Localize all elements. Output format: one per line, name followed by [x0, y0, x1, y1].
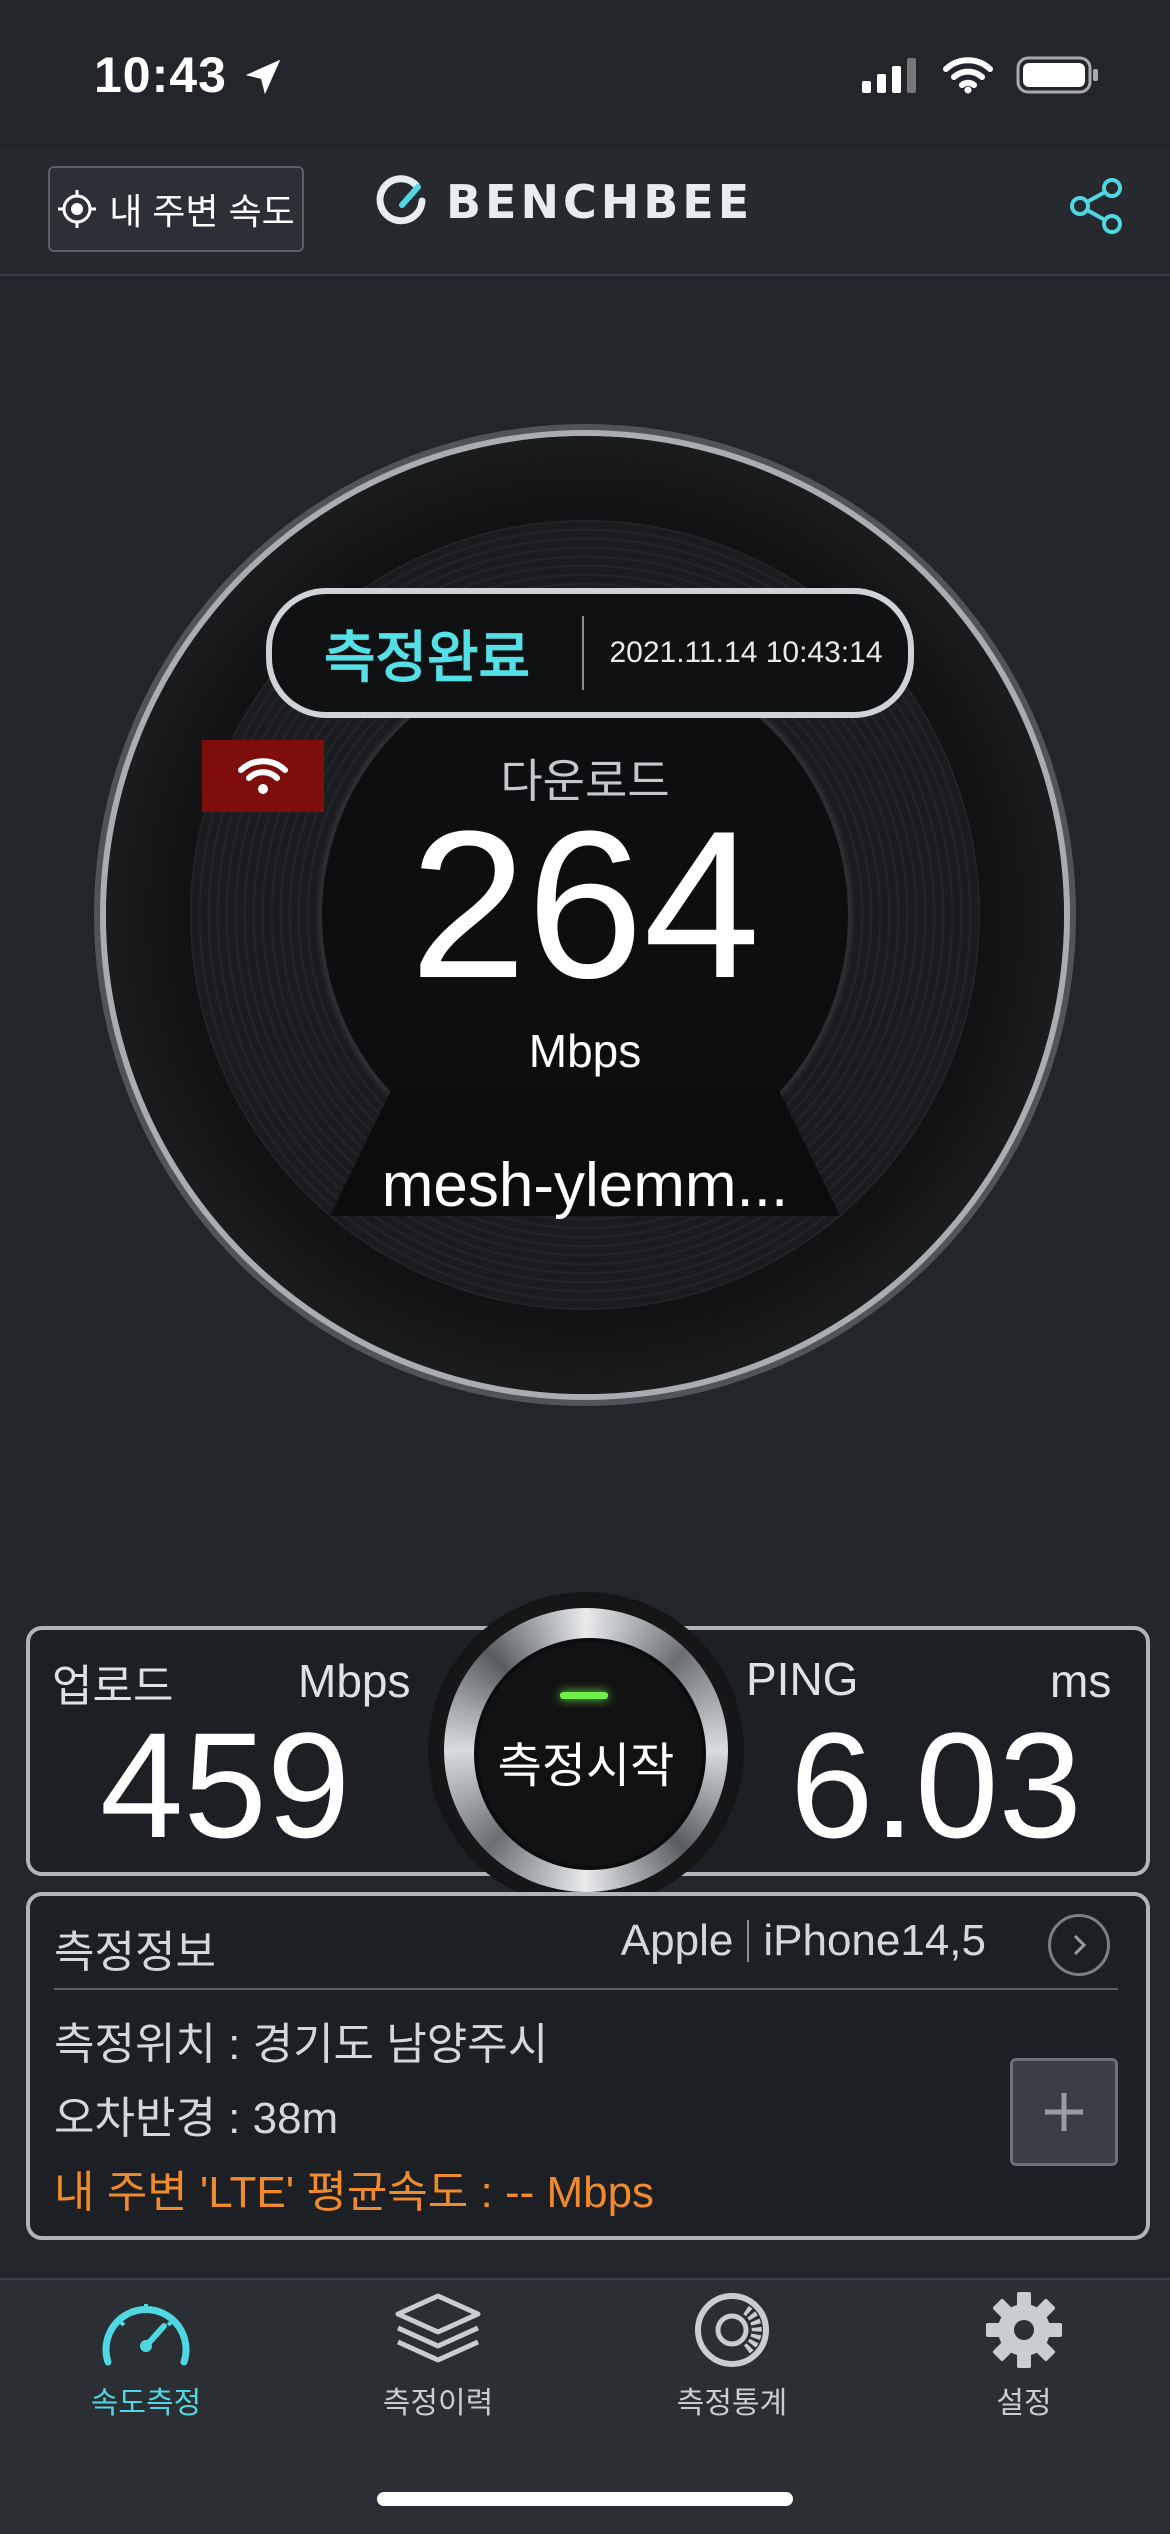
layers-icon: [395, 2293, 481, 2363]
location-arrow-icon: [245, 59, 281, 95]
device-info: Apple iPhone14,5: [621, 1916, 1066, 1966]
location-line: 측정위치 : 경기도 남양주시: [54, 2020, 549, 2069]
tab-settings[interactable]: 설정: [904, 2290, 1144, 2422]
measurement-status-pill: 측정완료 2021.11.14 10:43:14: [266, 588, 914, 718]
ping-value: 6.03: [790, 1701, 1082, 1869]
plus-icon: [1045, 2093, 1083, 2131]
share-icon[interactable]: [1066, 176, 1126, 236]
upload-unit: Mbps: [298, 1655, 411, 1707]
device-detail-button[interactable]: [1048, 1914, 1110, 1976]
expand-button[interactable]: [1010, 2058, 1118, 2166]
device-separator: [747, 1920, 750, 1962]
target-location-icon: [58, 190, 97, 228]
start-measurement-label[interactable]: 측정시작: [474, 1726, 698, 1796]
statistics-icon: [695, 2293, 769, 2367]
tab-statistics[interactable]: 측정통계: [612, 2290, 852, 2422]
tab-history[interactable]: 측정이력: [318, 2290, 558, 2422]
upload-value: 459: [100, 1701, 351, 1869]
status-time: 10:43: [94, 47, 227, 103]
tab-label: 측정이력: [382, 2387, 494, 2420]
status-led: [560, 1692, 608, 1699]
info-divider: [54, 1988, 1118, 1990]
network-name: mesh-ylemm...: [381, 1151, 789, 1220]
device-brand: Apple: [620, 1916, 734, 1965]
gear-icon: [986, 2292, 1062, 2368]
ping-label: PING: [746, 1653, 859, 1705]
device-model: iPhone14,5: [763, 1916, 986, 1965]
home-indicator[interactable]: [377, 2492, 793, 2506]
nearby-speed-button[interactable]: 내 주변 속도: [48, 166, 304, 252]
nearby-average-line[interactable]: 내 주변 'LTE' 평균속도 : -- Mbps: [54, 2156, 654, 2220]
measurement-timestamp: 2021.11.14 10:43:14: [609, 636, 883, 669]
info-title: 측정정보: [54, 1928, 216, 1977]
gauge-logo-icon: [376, 175, 426, 225]
download-unit: Mbps: [528, 1025, 642, 1077]
download-value: 264: [409, 787, 761, 1022]
error-radius-line: 오차반경 : 38m: [54, 2094, 339, 2143]
benchbee-logo: BENCHBEE: [376, 175, 753, 229]
wifi-icon: [238, 758, 288, 794]
nearby-speed-label: 내 주변 속도: [109, 191, 295, 232]
tab-label: 측정통계: [676, 2387, 788, 2420]
status-icons: [860, 55, 1100, 95]
ping-unit: ms: [1050, 1655, 1112, 1707]
logo-text: BENCHBEE: [446, 175, 754, 229]
tab-label: 설정: [996, 2387, 1052, 2420]
battery-icon: [1016, 56, 1098, 94]
measurement-status: 측정완료: [323, 625, 531, 689]
wifi-status-icon: [943, 57, 993, 94]
cellular-signal-icon: [862, 58, 916, 93]
tab-label: 속도측정: [90, 2387, 202, 2420]
speedometer-icon: [102, 2304, 190, 2366]
chevron-right-icon: [1073, 1934, 1087, 1956]
tab-speed-test[interactable]: 속도측정: [26, 2290, 266, 2422]
